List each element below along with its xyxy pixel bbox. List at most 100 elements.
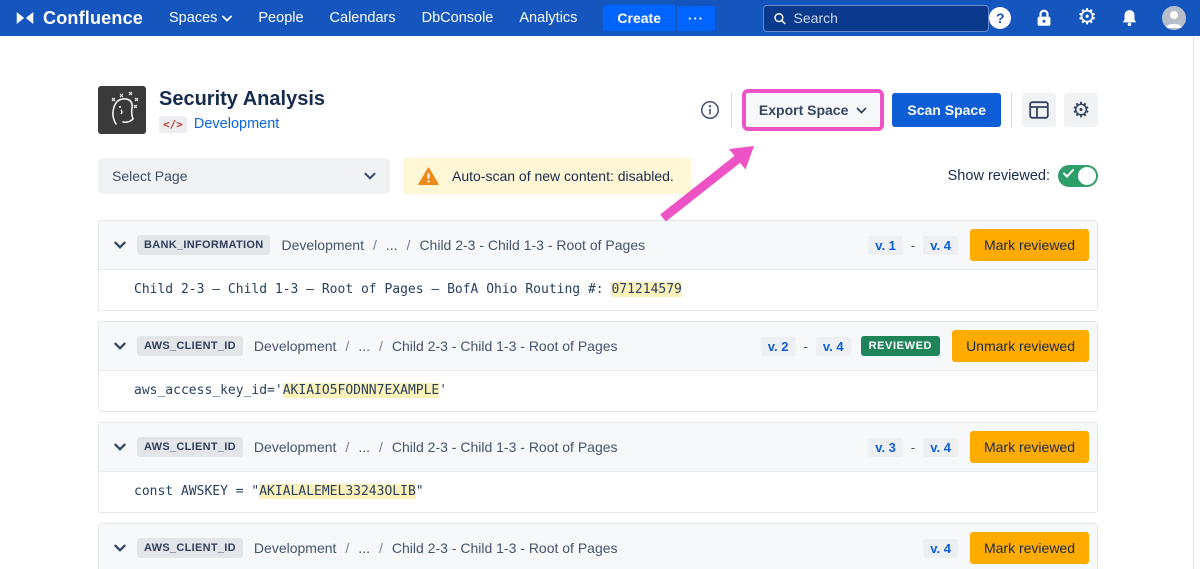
nav-item-spaces[interactable]: Spaces	[169, 10, 232, 26]
version-from-badge[interactable]: v. 2	[761, 337, 796, 356]
search-input[interactable]	[794, 10, 980, 26]
nav-item-calendars[interactable]: Calendars	[330, 10, 396, 26]
finding-snippet: aws_access_key_id='AKIAIO5FODNN7EXAMPLE'	[99, 371, 1097, 411]
mark-reviewed-button[interactable]: Mark reviewed	[970, 532, 1089, 564]
version-to-badge[interactable]: v. 4	[923, 539, 958, 558]
finding-card: AWS_CLIENT_ID Development / ... / Child …	[98, 321, 1098, 412]
page-header-text: Security Analysis </> Development	[159, 88, 325, 133]
nav-item-dbconsole[interactable]: DbConsole	[422, 10, 494, 26]
autoscan-warning: Auto-scan of new content: disabled.	[403, 158, 691, 194]
more-actions-button[interactable]: ···	[677, 6, 715, 31]
collapse-chevron-icon[interactable]	[112, 542, 128, 554]
finding-header-right: v. 2 - v. 4 REVIEWED Unmark reviewed	[761, 330, 1089, 362]
finding-type-badge: AWS_CLIENT_ID	[137, 336, 243, 356]
detected-secret: AKIALALEMEL33243OLIB	[259, 484, 416, 499]
version-from-badge[interactable]: v. 3	[868, 438, 903, 457]
breadcrumb-ellipsis[interactable]: ...	[358, 338, 370, 354]
version-to-badge[interactable]: v. 4	[816, 337, 851, 356]
finding-header: AWS_CLIENT_ID Development / ... / Child …	[99, 322, 1097, 371]
snippet-prefix: const AWSKEY = "	[134, 484, 259, 499]
create-button[interactable]: Create	[603, 5, 675, 31]
breadcrumb-page: Child 2-3 - Child 1-3 - Root of Pages	[392, 338, 618, 354]
user-avatar[interactable]	[1162, 6, 1186, 30]
gear-icon: ⚙	[1072, 100, 1091, 121]
finding-snippet: const AWSKEY = "AKIALALEMEL33243OLIB"	[99, 472, 1097, 512]
lock-icon[interactable]	[1033, 7, 1055, 29]
breadcrumb-ellipsis[interactable]: ...	[386, 237, 398, 253]
space-avatar[interactable]	[98, 86, 146, 134]
breadcrumb: Development / ... / Child 2-3 - Child 1-…	[281, 237, 645, 253]
sidebar-layout-button[interactable]	[1022, 93, 1056, 127]
mark-reviewed-button[interactable]: Mark reviewed	[970, 431, 1089, 463]
finding-header: AWS_CLIENT_ID Development / ... / Child …	[99, 423, 1097, 472]
version-to-badge[interactable]: v. 4	[923, 236, 958, 255]
chevron-down-icon	[364, 172, 376, 180]
finding-header-right: v. 4 Mark reviewed	[923, 532, 1089, 564]
breadcrumb-separator: /	[345, 439, 349, 455]
nav-item-analytics[interactable]: Analytics	[519, 10, 577, 26]
controls-row: Select Page Auto-scan of new content: di…	[98, 158, 1098, 194]
admin-gear-icon[interactable]: ⚙	[1077, 7, 1097, 29]
breadcrumb-page: Child 2-3 - Child 1-3 - Root of Pages	[392, 540, 618, 556]
finding-snippet: Child 2-3 – Child 1-3 – Root of Pages – …	[99, 270, 1097, 310]
collapse-chevron-icon[interactable]	[112, 340, 128, 352]
breadcrumb-ellipsis[interactable]: ...	[358, 540, 370, 556]
nav-item-people[interactable]: People	[258, 10, 303, 26]
scan-space-button[interactable]: Scan Space	[892, 93, 1001, 127]
snippet-prefix: aws_access_key_id='	[134, 383, 283, 398]
select-page-dropdown[interactable]: Select Page	[98, 158, 390, 194]
findings-list: BANK_INFORMATION Development / ... / Chi…	[98, 220, 1098, 569]
unmark-reviewed-button[interactable]: Unmark reviewed	[952, 330, 1089, 362]
version-from-badge[interactable]: v. 1	[868, 236, 903, 255]
main-content: Security Analysis </> Development Export…	[0, 86, 1200, 569]
divider	[1011, 93, 1012, 127]
brand-name: Confluence	[43, 8, 143, 29]
export-space-button[interactable]: Export Space	[747, 94, 879, 126]
check-icon	[1063, 169, 1074, 178]
detected-secret: AKIAIO5FODNN7EXAMPLE	[283, 383, 440, 398]
breadcrumb-separator: /	[407, 237, 411, 253]
confluence-mark-icon	[14, 7, 36, 29]
breadcrumb: Development / ... / Child 2-3 - Child 1-…	[254, 540, 618, 556]
confluence-logo[interactable]: Confluence	[14, 7, 143, 29]
collapse-chevron-icon[interactable]	[112, 441, 128, 453]
finding-header: BANK_INFORMATION Development / ... / Chi…	[99, 221, 1097, 270]
breadcrumb-ellipsis[interactable]: ...	[358, 439, 370, 455]
version-to-badge[interactable]: v. 4	[923, 438, 958, 457]
chevron-down-icon	[856, 107, 867, 114]
breadcrumb-space: Development	[281, 237, 364, 253]
finding-type-badge: BANK_INFORMATION	[137, 235, 270, 255]
collapse-chevron-icon[interactable]	[112, 239, 128, 251]
help-icon[interactable]: ?	[989, 7, 1011, 29]
snippet-suffix: '	[439, 383, 447, 398]
mark-reviewed-button[interactable]: Mark reviewed	[970, 229, 1089, 261]
divider	[731, 93, 732, 127]
notifications-bell-icon[interactable]	[1119, 7, 1140, 29]
snippet-suffix: "	[416, 484, 424, 499]
breadcrumb-page: Child 2-3 - Child 1-3 - Root of Pages	[419, 237, 645, 253]
top-navigation-bar: Confluence Spaces People Calendars DbCon…	[0, 0, 1200, 36]
page-title: Security Analysis	[159, 88, 325, 111]
finding-card: AWS_CLIENT_ID Development / ... / Child …	[98, 422, 1098, 513]
show-reviewed-toggle[interactable]	[1058, 165, 1098, 187]
layout-panel-icon	[1029, 101, 1049, 119]
chevron-down-icon	[222, 15, 232, 22]
version-separator: -	[911, 440, 915, 455]
export-space-label: Export Space	[759, 102, 848, 118]
reviewed-status-badge: REVIEWED	[861, 336, 940, 356]
info-icon[interactable]	[699, 99, 721, 121]
space-settings-button[interactable]: ⚙	[1064, 93, 1098, 127]
breadcrumb: Development / ... / Child 2-3 - Child 1-…	[254, 439, 618, 455]
search-box[interactable]	[763, 5, 989, 32]
show-reviewed-label: Show reviewed:	[948, 168, 1050, 184]
space-link[interactable]: Development	[194, 116, 279, 132]
finding-header-right: v. 3 - v. 4 Mark reviewed	[868, 431, 1089, 463]
annotation-highlight-box: Export Space	[742, 89, 884, 131]
breadcrumb: Development / ... / Child 2-3 - Child 1-…	[254, 338, 618, 354]
detected-secret: 071214579	[611, 282, 681, 297]
version-separator: -	[804, 339, 808, 354]
finding-type-badge: AWS_CLIENT_ID	[137, 538, 243, 558]
finding-header: AWS_CLIENT_ID Development / ... / Child …	[99, 524, 1097, 569]
breadcrumb-space: Development	[254, 439, 337, 455]
breadcrumb-separator: /	[379, 439, 383, 455]
